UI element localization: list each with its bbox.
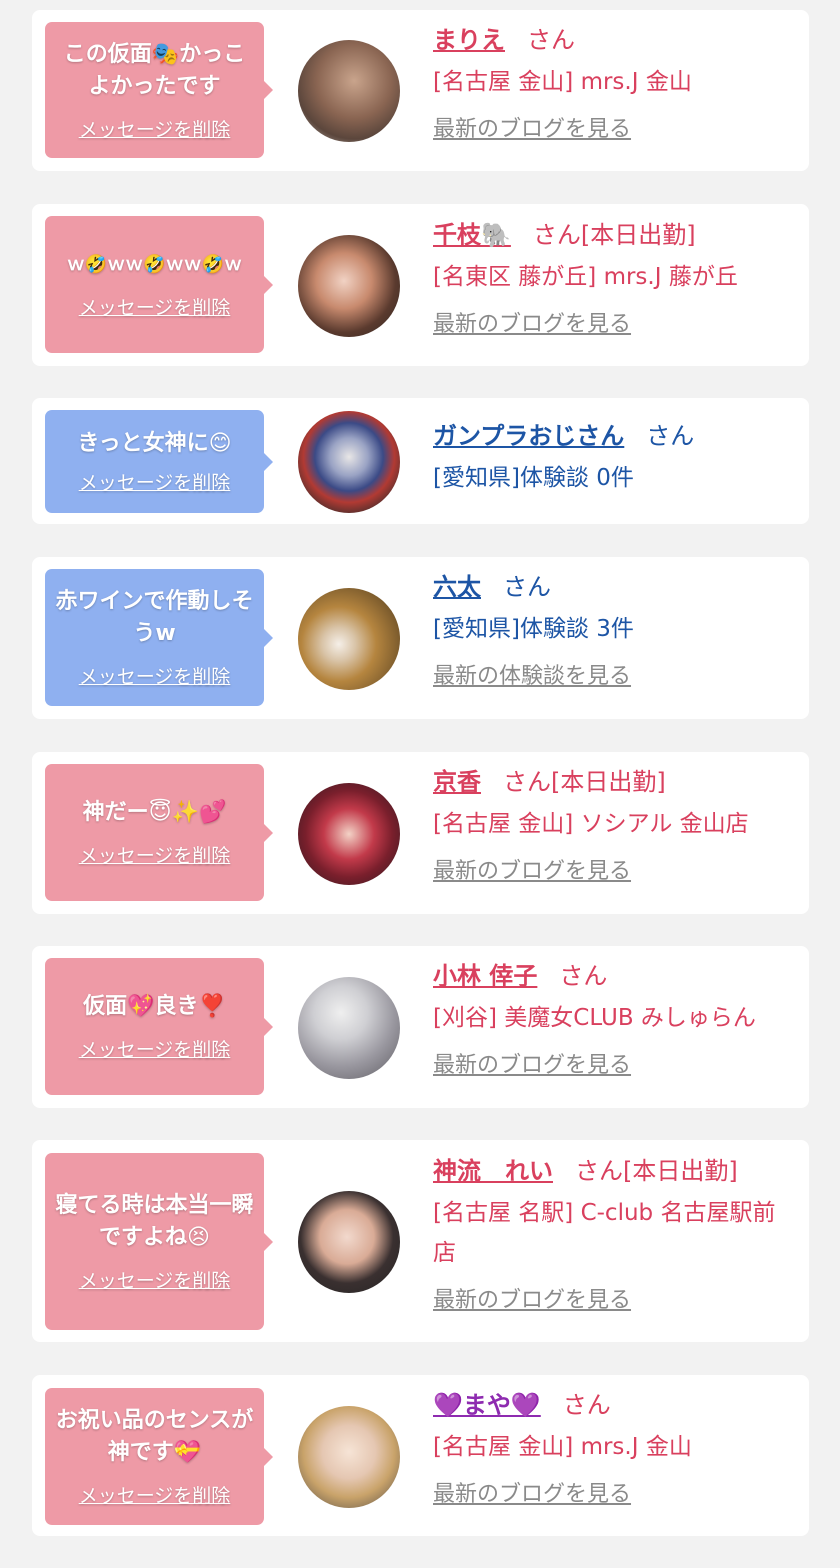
profile-name-link[interactable]: 京香	[433, 768, 481, 796]
avatar[interactable]	[298, 1406, 400, 1508]
shop-location: [名古屋 名駅] C-club 名古屋駅前店	[433, 1200, 776, 1266]
avatar[interactable]	[298, 1191, 400, 1293]
latest-blog-link[interactable]: 最新のブログを見る	[433, 858, 799, 886]
avatar[interactable]	[298, 40, 400, 142]
profile-info: 京香 さん[本日出勤] [名古屋 金山] ソシアル 金山店 最新のブログを見る	[433, 766, 799, 886]
message-card: きっと女神に😊 メッセージを削除 ガンプラおじさん さん [愛知県]体験談 0件	[32, 398, 809, 524]
name-suffix: さん[本日出勤]	[503, 768, 666, 796]
message-card: 寝てる時は本当一瞬ですよね😣 メッセージを削除 神流 れい さん[本日出勤] [名…	[32, 1140, 809, 1342]
delete-message-link[interactable]: メッセージを削除	[79, 1481, 231, 1508]
message-text: 赤ワインで作動しそうw	[55, 589, 254, 646]
message-card: 神だー😇✨💕 メッセージを削除 京香 さん[本日出勤] [名古屋 金山] ソシアル…	[32, 752, 809, 914]
name-suffix: さん	[503, 573, 551, 601]
avatar[interactable]	[298, 235, 400, 337]
message-text: ｗ🤣ｗｗ🤣ｗｗ🤣ｗ	[66, 254, 243, 275]
shop-location: [名古屋 金山] mrs.J 金山	[433, 1434, 692, 1460]
message-bubble: 神だー😇✨💕 メッセージを削除	[45, 764, 273, 901]
message-text: 仮面💖良き❣️	[83, 994, 226, 1019]
message-text: お祝い品のセンスが神です💝	[55, 1408, 254, 1465]
profile-name-link[interactable]: 神流 れい	[433, 1157, 553, 1185]
profile-name-link[interactable]: 千枝🐘	[433, 221, 511, 249]
avatar[interactable]	[298, 783, 400, 885]
avatar[interactable]	[298, 977, 400, 1079]
message-bubble: ｗ🤣ｗｗ🤣ｗｗ🤣ｗ メッセージを削除	[45, 216, 273, 353]
profile-name-link[interactable]: まりえ	[433, 26, 505, 54]
profile-name-link[interactable]: ガンプラおじさん	[433, 422, 624, 450]
name-suffix: さん	[562, 1391, 611, 1419]
profile-name-link[interactable]: 小林 倖子	[433, 962, 537, 990]
shop-location: [名古屋 金山] mrs.J 金山	[433, 69, 692, 95]
message-card: 仮面💖良き❣️ メッセージを削除 小林 倖子 さん [刈谷] 美魔女CLUB みし…	[32, 946, 809, 1108]
delete-message-link[interactable]: メッセージを削除	[79, 1035, 231, 1062]
shop-location: [名東区 藤が丘] mrs.J 藤が丘	[433, 264, 738, 290]
latest-blog-link[interactable]: 最新のブログを見る	[433, 116, 799, 144]
message-text: この仮面🎭かっこよかったです	[63, 41, 246, 99]
message-text: 神だー😇✨💕	[82, 800, 227, 825]
name-suffix: さん	[527, 26, 575, 54]
profile-info: 六太 さん [愛知県]体験談 3件 最新の体験談を見る	[433, 571, 799, 691]
avatar[interactable]	[298, 588, 400, 690]
profile-info: 千枝🐘 さん[本日出勤] [名東区 藤が丘] mrs.J 藤が丘 最新のブログを見…	[433, 219, 799, 339]
delete-message-link[interactable]: メッセージを削除	[79, 115, 231, 142]
shop-location: [刈谷] 美魔女CLUB みしゅらん	[433, 1005, 756, 1031]
review-count: [愛知県]体験談 0件	[433, 465, 634, 491]
profile-info: 💜まや💜 さん [名古屋 金山] mrs.J 金山 最新のブログを見る	[433, 1389, 799, 1509]
name-suffix: さん[本日出勤]	[532, 221, 696, 249]
message-bubble: 赤ワインで作動しそうw メッセージを削除	[45, 569, 273, 706]
message-card: この仮面🎭かっこよかったです メッセージを削除 まりえ さん [名古屋 金山] m…	[32, 10, 809, 171]
latest-blog-link[interactable]: 最新のブログを見る	[433, 1287, 799, 1315]
message-card: お祝い品のセンスが神です💝 メッセージを削除 💜まや💜 さん [名古屋 金山] m…	[32, 1375, 809, 1536]
name-suffix: さん[本日出勤]	[575, 1157, 738, 1185]
message-bubble: お祝い品のセンスが神です💝 メッセージを削除	[45, 1388, 273, 1525]
delete-message-link[interactable]: メッセージを削除	[79, 293, 231, 320]
message-bubble: きっと女神に😊 メッセージを削除	[45, 410, 273, 513]
message-text: 寝てる時は本当一瞬ですよね😣	[55, 1193, 254, 1250]
profile-info: ガンプラおじさん さん [愛知県]体験談 0件	[433, 420, 799, 498]
message-card: 赤ワインで作動しそうw メッセージを削除 六太 さん [愛知県]体験談 3件 最新…	[32, 557, 809, 719]
review-count: [愛知県]体験談 3件	[433, 616, 634, 642]
shop-location: [名古屋 金山] ソシアル 金山店	[433, 811, 749, 837]
profile-info: 小林 倖子 さん [刈谷] 美魔女CLUB みしゅらん 最新のブログを見る	[433, 960, 799, 1080]
delete-message-link[interactable]: メッセージを削除	[79, 662, 231, 689]
profile-info: まりえ さん [名古屋 金山] mrs.J 金山 最新のブログを見る	[433, 24, 799, 144]
latest-review-link[interactable]: 最新の体験談を見る	[433, 663, 799, 691]
delete-message-link[interactable]: メッセージを削除	[79, 468, 231, 495]
message-bubble: この仮面🎭かっこよかったです メッセージを削除	[45, 22, 273, 158]
delete-message-link[interactable]: メッセージを削除	[79, 841, 231, 868]
latest-blog-link[interactable]: 最新のブログを見る	[433, 311, 799, 339]
profile-info: 神流 れい さん[本日出勤] [名古屋 名駅] C-club 名古屋駅前店 最新の…	[433, 1155, 799, 1315]
name-suffix: さん	[559, 962, 608, 990]
message-bubble: 寝てる時は本当一瞬ですよね😣 メッセージを削除	[45, 1153, 273, 1330]
profile-name-link[interactable]: 💜まや💜	[433, 1391, 541, 1419]
latest-blog-link[interactable]: 最新のブログを見る	[433, 1052, 799, 1080]
latest-blog-link[interactable]: 最新のブログを見る	[433, 1481, 799, 1509]
name-suffix: さん	[646, 422, 695, 450]
message-bubble: 仮面💖良き❣️ メッセージを削除	[45, 958, 273, 1095]
message-card: ｗ🤣ｗｗ🤣ｗｗ🤣ｗ メッセージを削除 千枝🐘 さん[本日出勤] [名東区 藤が丘]…	[32, 204, 809, 366]
avatar[interactable]	[298, 411, 400, 513]
message-text: きっと女神に😊	[77, 431, 232, 456]
delete-message-link[interactable]: メッセージを削除	[79, 1266, 231, 1293]
profile-name-link[interactable]: 六太	[433, 573, 481, 601]
